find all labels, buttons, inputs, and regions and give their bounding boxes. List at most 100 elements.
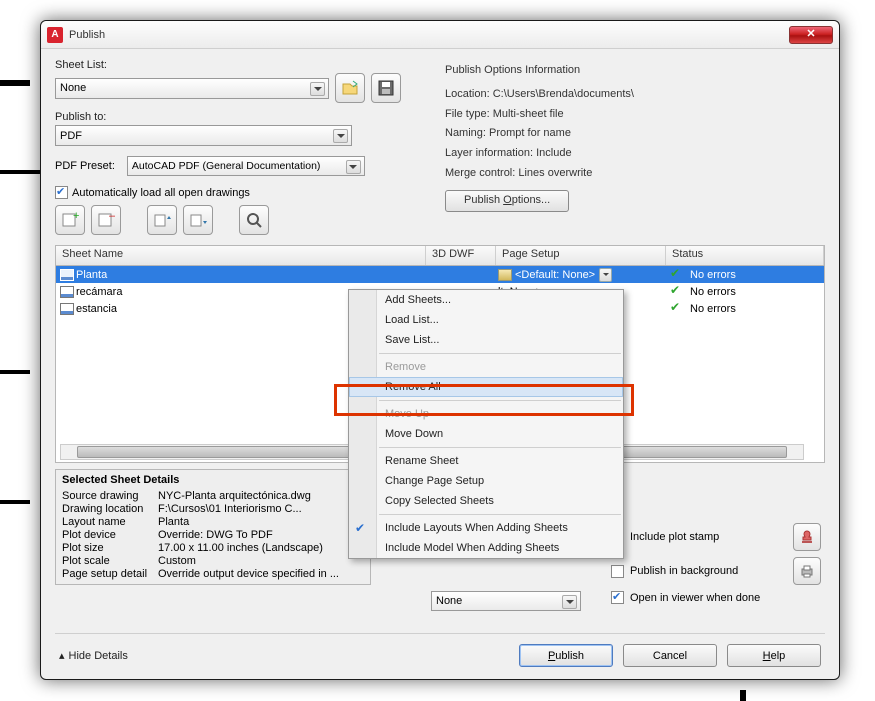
plotstamp-label: Include plot stamp bbox=[630, 531, 719, 543]
check-icon bbox=[670, 286, 686, 298]
check-icon: ✔ bbox=[355, 521, 365, 535]
ctx-change-pagesetup[interactable]: Change Page Setup bbox=[349, 471, 623, 491]
detail-label: Source drawing bbox=[62, 490, 158, 502]
sheetname-cell: estancia bbox=[76, 303, 117, 315]
background-checkbox[interactable] bbox=[611, 565, 624, 578]
ctx-copy-selected[interactable]: Copy Selected Sheets bbox=[349, 491, 623, 511]
status-cell: No errors bbox=[690, 303, 736, 315]
ctx-load-list[interactable]: Load List... bbox=[349, 310, 623, 330]
ctx-remove: Remove bbox=[349, 357, 623, 377]
detail-label: Layout name bbox=[62, 516, 158, 528]
preview-button[interactable] bbox=[239, 205, 269, 235]
add-sheets-button[interactable]: + bbox=[55, 205, 85, 235]
publishto-value: PDF bbox=[60, 130, 82, 142]
ctx-move-down[interactable]: Move Down bbox=[349, 424, 623, 444]
sheetlist-select[interactable]: None bbox=[55, 78, 329, 99]
ctx-move-up: Move Up bbox=[349, 404, 623, 424]
viewer-checkbox[interactable] bbox=[611, 591, 624, 604]
ctx-remove-all[interactable]: Remove All bbox=[349, 377, 623, 397]
status-cell: No errors bbox=[690, 269, 736, 281]
pagesetup-dropdown[interactable] bbox=[599, 268, 612, 282]
ctx-save-list[interactable]: Save List... bbox=[349, 330, 623, 350]
table-row[interactable]: Planta <Default: None> No errors bbox=[56, 266, 824, 283]
detail-value: NYC-Planta arquitectónica.dwg bbox=[158, 490, 364, 502]
sheet-down-icon bbox=[189, 211, 207, 229]
viewer-label: Open in viewer when done bbox=[630, 592, 760, 604]
check-icon bbox=[670, 269, 686, 281]
close-button[interactable]: ✕ bbox=[789, 26, 833, 44]
col-3ddwf[interactable]: 3D DWF bbox=[426, 246, 496, 265]
printer-icon bbox=[799, 563, 815, 579]
ctx-include-layouts[interactable]: ✔Include Layouts When Adding Sheets bbox=[349, 518, 623, 538]
info-location: Location: C:\Users\Brenda\documents\ bbox=[445, 85, 825, 105]
svg-text:–: – bbox=[109, 211, 115, 222]
sheet-table-header: Sheet Name 3D DWF Page Setup Status bbox=[56, 246, 824, 266]
sheetname-cell: Planta bbox=[76, 269, 107, 281]
app-icon: A bbox=[47, 27, 63, 43]
detail-label: Plot device bbox=[62, 529, 158, 541]
layout-icon bbox=[60, 303, 74, 315]
publish-options-button[interactable]: Publish Options... bbox=[445, 190, 569, 212]
col-pagesetup[interactable]: Page Setup bbox=[496, 246, 666, 265]
info-naming: Naming: Prompt for name bbox=[445, 124, 825, 144]
pdfpreset-label: PDF Preset: bbox=[55, 160, 115, 172]
publish-side-options: Include plot stamp Publish in background… bbox=[611, 523, 821, 604]
chevron-down-icon bbox=[346, 160, 361, 174]
save-sheetlist-button[interactable] bbox=[371, 73, 401, 103]
magnifier-icon bbox=[245, 211, 263, 229]
context-menu: Add Sheets... Load List... Save List... … bbox=[348, 289, 624, 559]
info-heading: Publish Options Information bbox=[445, 61, 825, 81]
chevron-down-icon bbox=[562, 595, 577, 609]
autoload-checkbox[interactable] bbox=[55, 186, 68, 199]
pdfpreset-select[interactable]: AutoCAD PDF (General Documentation) bbox=[127, 156, 365, 176]
stamp-icon bbox=[799, 529, 815, 545]
publish-dialog: A Publish ✕ Sheet List: None bbox=[40, 20, 840, 680]
help-button[interactable]: Help bbox=[727, 644, 821, 667]
layout-icon bbox=[60, 269, 74, 281]
open-sheetlist-button[interactable] bbox=[335, 73, 365, 103]
publishto-select[interactable]: PDF bbox=[55, 125, 352, 146]
sheet-plus-icon: + bbox=[61, 211, 79, 229]
remove-sheets-button[interactable]: – bbox=[91, 205, 121, 235]
pagesetup-cell: <Default: None> bbox=[515, 269, 595, 281]
ctx-include-model[interactable]: Include Model When Adding Sheets bbox=[349, 538, 623, 558]
status-cell: No errors bbox=[690, 286, 736, 298]
sheet-up-icon bbox=[153, 211, 171, 229]
titlebar: A Publish ✕ bbox=[41, 21, 839, 49]
disk-icon bbox=[377, 79, 395, 97]
details-heading: Selected Sheet Details bbox=[62, 472, 364, 490]
pdfpreset-value: AutoCAD PDF (General Documentation) bbox=[132, 160, 321, 172]
col-sheetname[interactable]: Sheet Name bbox=[56, 246, 426, 265]
info-filetype: File type: Multi-sheet file bbox=[445, 105, 825, 125]
precision-value: None bbox=[436, 595, 462, 607]
detail-label: Page setup detail bbox=[62, 568, 158, 580]
plotstamp-settings-button[interactable] bbox=[793, 523, 821, 551]
detail-label: Drawing location bbox=[62, 503, 158, 515]
move-down-button[interactable] bbox=[183, 205, 213, 235]
layout-icon bbox=[60, 286, 74, 298]
col-status[interactable]: Status bbox=[666, 246, 824, 265]
hide-details-toggle[interactable]: ▴ Hide Details bbox=[59, 649, 128, 662]
detail-label: Plot size bbox=[62, 542, 158, 554]
folder-arrow-icon bbox=[341, 79, 359, 97]
chevron-down-icon bbox=[333, 129, 348, 143]
background-settings-button[interactable] bbox=[793, 557, 821, 585]
ctx-rename-sheet[interactable]: Rename Sheet bbox=[349, 451, 623, 471]
detail-label: Plot scale bbox=[62, 555, 158, 567]
publishto-label: Publish to: bbox=[55, 111, 415, 123]
background-label: Publish in background bbox=[630, 565, 738, 577]
sheetlist-label: Sheet List: bbox=[55, 59, 415, 71]
move-up-button[interactable] bbox=[147, 205, 177, 235]
autoload-label: Automatically load all open drawings bbox=[72, 187, 250, 199]
detail-value: Custom bbox=[158, 555, 364, 567]
publish-button[interactable]: PPublishublish bbox=[519, 644, 613, 667]
sheetname-cell: recámara bbox=[76, 286, 122, 298]
info-layer: Layer information: Include bbox=[445, 144, 825, 164]
precision-select[interactable]: None bbox=[431, 591, 581, 611]
info-merge: Merge control: Lines overwrite bbox=[445, 164, 825, 184]
ctx-add-sheets[interactable]: Add Sheets... bbox=[349, 290, 623, 310]
pagesetup-icon bbox=[498, 269, 512, 281]
cancel-button[interactable]: Cancel bbox=[623, 644, 717, 667]
detail-value: Override output device specified in ... bbox=[158, 568, 364, 580]
detail-value: F:\Cursos\01 Interiorismo C... bbox=[158, 503, 364, 515]
